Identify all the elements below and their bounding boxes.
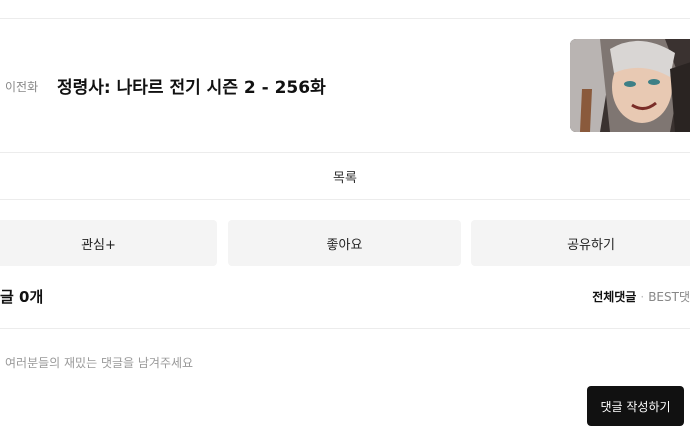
like-button[interactable]: 좋아요: [228, 220, 461, 266]
prev-episode-link[interactable]: 이전화: [5, 78, 38, 95]
comment-input[interactable]: 여러분들의 재밌는 댓글을 남겨주세요: [5, 354, 193, 371]
thumbnail-image: [570, 39, 690, 132]
share-button[interactable]: 공유하기: [471, 220, 690, 266]
sort-separator: ·: [640, 290, 645, 304]
sort-best-comments[interactable]: BEST댓: [648, 290, 690, 304]
episode-list-link[interactable]: 목록: [0, 153, 690, 199]
sort-all-comments[interactable]: 전체댓글: [592, 290, 636, 304]
write-comment-button[interactable]: 댓글 작성하기: [587, 386, 684, 426]
interest-button[interactable]: 관심+: [0, 220, 217, 266]
episode-thumbnail[interactable]: [570, 39, 690, 132]
comment-sort-tabs: 전체댓글 · BEST댓: [592, 288, 690, 305]
episode-title: 정령사: 나타르 전기 시즌 2 - 256화: [57, 78, 326, 98]
comment-count: 글 0개: [0, 288, 44, 306]
comment-divider: [0, 328, 690, 329]
top-divider: [0, 18, 690, 19]
list-divider: [0, 199, 690, 200]
